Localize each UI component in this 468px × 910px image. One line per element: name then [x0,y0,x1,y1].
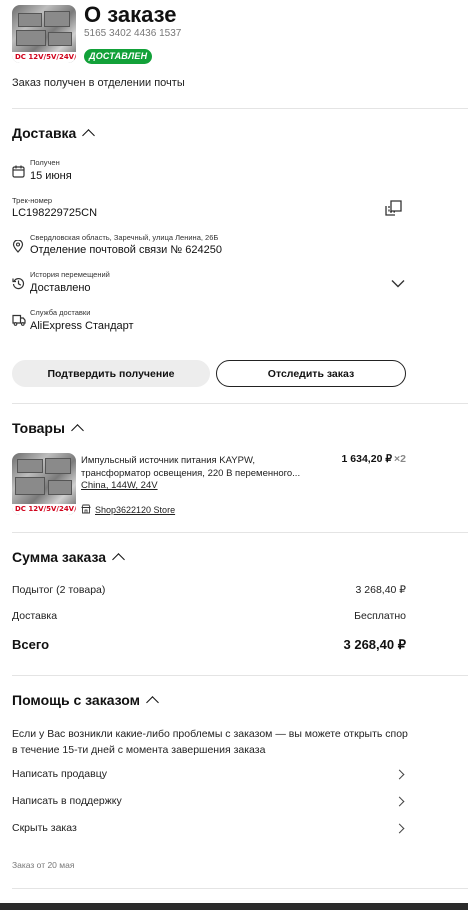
track-order-button[interactable]: Отследить заказ [216,360,406,387]
hide-order-link[interactable]: Скрыть заказ [12,822,406,834]
section-summary-title: Сумма заказа [12,549,107,565]
section-summary-toggle[interactable]: Сумма заказа [12,549,125,566]
store-name: Shop3622120 Store [95,505,176,515]
calendar-icon [12,165,25,180]
order-date: Заказ от 20 мая [12,860,75,870]
chevron-right-icon [394,796,405,806]
total-value: 3 268,40 ₽ [343,637,407,652]
shipping-row: Доставка Бесплатно [12,610,406,622]
location-pin-icon [12,239,24,255]
page-title: О заказе [84,2,177,27]
divider [12,532,468,533]
chevron-up-icon [146,696,159,709]
bottom-bar [0,903,468,910]
total-row: Всего 3 268,40 ₽ [12,637,406,653]
service-value: AliExpress Стандарт [30,320,134,332]
chevron-up-icon [71,424,84,437]
help-description: Если у Вас возникли какие-либо проблемы … [12,728,408,756]
service-row: Служба доставки AliExpress Стандарт [12,307,412,333]
divider [12,108,468,109]
divider [12,675,468,676]
section-help-toggle[interactable]: Помощь с заказом [12,692,159,709]
product-image[interactable]: DC 12V/5V/24V/48V [12,453,76,515]
chevron-up-icon [112,553,125,566]
hide-order-label: Скрыть заказ [12,822,77,834]
order-header: DC 12V/5V/24V/48V О заказе 5165 3402 443… [12,0,468,108]
confirm-receipt-button[interactable]: Подтвердить получение [12,360,210,387]
history-row[interactable]: История перемещений Доставлено [12,270,412,296]
write-support-label: Написать в поддержку [12,795,122,807]
product-image-caption: DC 12V/5V/24V/48V [12,504,76,515]
write-support-link[interactable]: Написать в поддержку [12,795,406,807]
write-seller-link[interactable]: Написать продавцу [12,768,406,780]
chevron-up-icon [82,129,96,142]
track-label: Трек-номер [12,196,53,205]
subtotal-row: Подытог (2 товара) 3 268,40 ₽ [12,584,406,596]
received-row: Получен 15 июня [12,157,412,183]
product-price: 1 634,20 ₽ [341,453,393,465]
track-row: Трек-номер LC198229725CN [12,195,412,221]
subtotal-label: Подытог (2 товара) [12,584,106,596]
section-goods-title: Товары [12,420,65,436]
shipping-label: Доставка [12,610,58,622]
product-quantity: ×2 [394,453,406,465]
order-number: 5165 3402 4436 1537 [84,28,182,39]
thumbnail-caption: DC 12V/5V/24V/48V [12,52,76,63]
store-link[interactable]: Shop3622120 Store [81,504,175,516]
truck-icon [12,314,26,328]
divider [12,888,468,889]
received-value: 15 июня [30,170,72,182]
section-help-title: Помощь с заказом [12,692,140,708]
service-label: Служба доставки [30,308,91,317]
history-clock-icon [12,277,25,292]
status-badge: ДОСТАВЛЕН [84,49,153,64]
section-delivery-toggle[interactable]: Доставка [12,125,96,142]
history-label: История перемещений [30,270,110,279]
product-name[interactable]: Импульсный источник питания KAYPW, транс… [81,454,316,480]
store-icon [81,504,91,516]
product-variant[interactable]: China, 144W, 24V [81,480,158,491]
chevron-right-icon [394,823,405,833]
total-label: Всего [12,637,50,652]
product-thumbnail[interactable]: DC 12V/5V/24V/48V [12,5,76,63]
copy-icon[interactable] [385,200,402,221]
shipping-value: Бесплатно [354,610,406,622]
history-value: Доставлено [30,282,91,294]
divider [12,403,468,404]
product-price-block: 1 634,20 ₽ ×2 [342,453,406,465]
section-delivery-title: Доставка [12,125,77,141]
address-label: Свердловская область, Заречный, улица Ле… [30,233,219,242]
address-row: Свердловская область, Заречный, улица Ле… [12,233,412,259]
received-label: Получен [30,158,60,167]
chevron-down-icon[interactable] [391,275,405,293]
section-goods-toggle[interactable]: Товары [12,420,84,437]
subtotal-value: 3 268,40 ₽ [355,584,406,596]
chevron-right-icon [394,769,405,779]
status-note: Заказ получен в отделении почты [12,77,185,89]
address-value: Отделение почтовой связи № 624250 [30,244,222,256]
track-value: LC198229725CN [12,207,98,219]
write-seller-label: Написать продавцу [12,768,107,780]
